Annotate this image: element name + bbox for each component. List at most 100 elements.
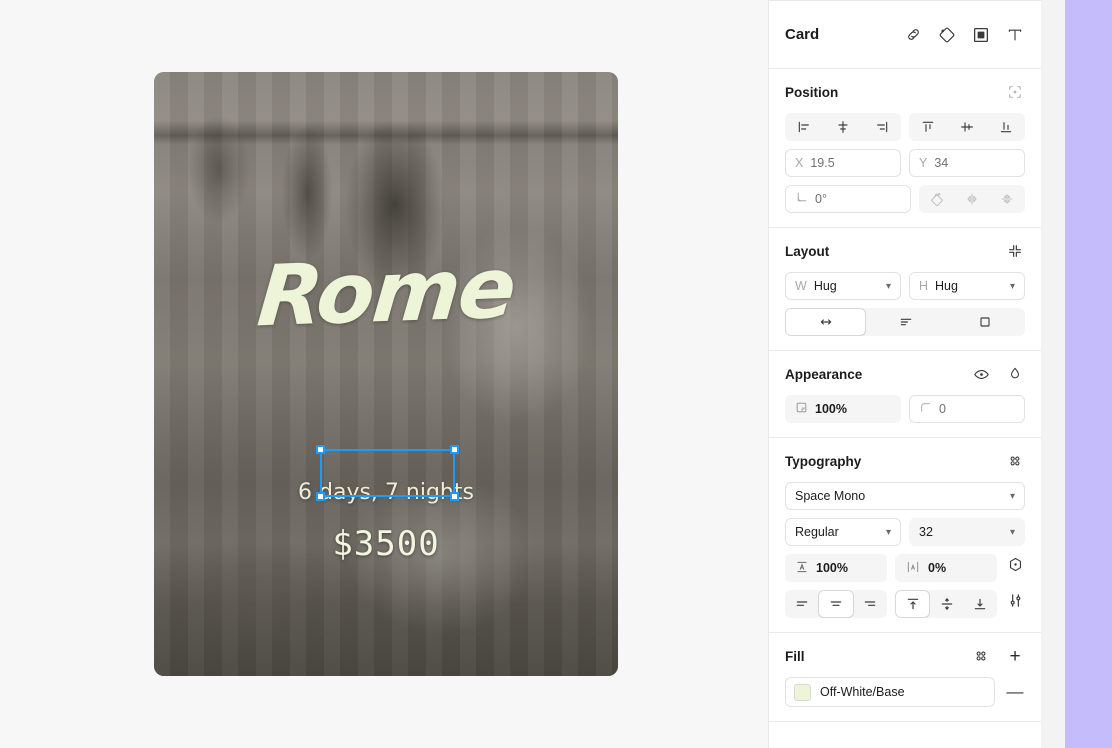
font-spacing-row: 100% 0%: [785, 554, 1025, 582]
horizontal-align-group: [785, 113, 901, 141]
text-align-left-icon[interactable]: [785, 590, 818, 618]
text-align-center-icon[interactable]: [818, 590, 854, 618]
fill-color-swatch[interactable]: [794, 683, 811, 701]
align-top-icon[interactable]: [909, 113, 948, 141]
align-bottom-icon[interactable]: [986, 113, 1025, 141]
flip-horizontal-icon[interactable]: [954, 185, 989, 213]
align-horizontal-center-icon[interactable]: [824, 113, 863, 141]
rotate-icon[interactable]: [919, 185, 954, 213]
appearance-title: Appearance: [785, 366, 863, 382]
text-icon[interactable]: [1005, 25, 1025, 45]
opacity-input[interactable]: 100%: [785, 395, 901, 423]
node-action-icons: [903, 25, 1025, 45]
design-canvas[interactable]: Rome 6 days, 7 nights $3500: [0, 0, 768, 748]
eye-icon[interactable]: [971, 364, 991, 384]
angle-icon: [795, 191, 808, 207]
fill-section: Fill + Off-White/Base —: [769, 633, 1041, 722]
appearance-icons: [971, 364, 1025, 384]
width-select[interactable]: W Hug ▾: [785, 272, 901, 300]
rotation-input[interactable]: 0°: [785, 185, 911, 213]
width-label: W: [795, 279, 807, 293]
text-align-bottom-icon[interactable]: [964, 590, 997, 618]
align-vertical-center-icon[interactable]: [948, 113, 987, 141]
card-price-text[interactable]: $3500: [154, 524, 618, 564]
x-label: X: [795, 156, 804, 170]
node-title: Card: [785, 26, 820, 43]
x-value: 19.5: [810, 156, 835, 170]
position-xy-row: X 19.5 Y 34: [785, 149, 1025, 177]
clip-content-icon[interactable]: [946, 308, 1025, 336]
fill-title: Fill: [785, 648, 805, 664]
text-align-right-icon[interactable]: [854, 590, 887, 618]
properties-panel: Card Position X 19.5 Y 34 0° Layout W Hu…: [768, 0, 1041, 748]
rotation-value: 0°: [815, 192, 827, 206]
component-icon[interactable]: [937, 25, 957, 45]
line-height-value: 100%: [816, 561, 848, 575]
align-left-icon[interactable]: [785, 113, 824, 141]
appearance-header: Appearance: [785, 363, 1025, 385]
letter-spacing-input[interactable]: 0%: [895, 554, 997, 582]
align-right-icon[interactable]: [862, 113, 901, 141]
frame-icon[interactable]: [971, 25, 991, 45]
flip-vertical-icon[interactable]: [990, 185, 1025, 213]
blend-mode-icon[interactable]: [1005, 364, 1025, 384]
card-subtitle-text[interactable]: 6 days, 7 nights: [154, 480, 618, 505]
panel-gap: [1041, 0, 1065, 748]
font-variable-icon[interactable]: [1005, 554, 1025, 574]
fill-header: Fill +: [785, 645, 1025, 667]
font-family-select[interactable]: Space Mono ▾: [785, 482, 1025, 510]
card-artboard[interactable]: Rome 6 days, 7 nights $3500: [154, 72, 618, 676]
text-styles-icon[interactable]: [1005, 451, 1025, 471]
rotation-row: 0°: [785, 185, 1025, 213]
resize-horizontal-icon[interactable]: [785, 308, 867, 336]
text-wrap-icon[interactable]: [866, 308, 945, 336]
font-size-select[interactable]: 32 ▾: [909, 518, 1025, 546]
font-weight-select[interactable]: Regular ▾: [785, 518, 901, 546]
typography-header: Typography: [785, 450, 1025, 472]
card-photo-tint: [154, 72, 618, 676]
add-fill-button[interactable]: +: [1005, 646, 1025, 666]
position-section: Position X 19.5 Y 34 0°: [769, 69, 1041, 228]
layout-size-row: W Hug ▾ H Hug ▾: [785, 272, 1025, 300]
link-icon[interactable]: [903, 25, 923, 45]
fill-styles-icon[interactable]: [971, 646, 991, 666]
height-select[interactable]: H Hug ▾: [909, 272, 1025, 300]
text-align-top-icon[interactable]: [895, 590, 931, 618]
text-align-horizontal-group: [785, 590, 887, 618]
font-family-row: Space Mono ▾: [785, 482, 1025, 510]
chevron-down-icon: ▾: [885, 526, 891, 538]
text-align-middle-icon[interactable]: [930, 590, 963, 618]
letter-spacing-value: 0%: [928, 561, 947, 575]
line-height-input[interactable]: 100%: [785, 554, 887, 582]
absolute-position-icon[interactable]: [1005, 82, 1025, 102]
type-settings-icon[interactable]: [1005, 590, 1025, 610]
transform-group: [919, 185, 1025, 213]
vertical-align-group: [909, 113, 1025, 141]
card-title-text[interactable]: Rome: [154, 239, 618, 346]
appearance-row: 100% 0: [785, 395, 1025, 423]
corner-radius-value: 0: [939, 402, 946, 416]
chevron-down-icon: ▾: [1009, 526, 1015, 538]
font-style-row: Regular ▾ 32 ▾: [785, 518, 1025, 546]
remove-fill-button[interactable]: —: [1005, 682, 1025, 702]
opacity-icon: [795, 401, 808, 417]
corner-radius-input[interactable]: 0: [909, 395, 1025, 423]
width-value: Hug: [813, 279, 837, 293]
typography-section: Typography Space Mono ▾ Regular ▾ 32 ▾ 1…: [769, 438, 1041, 633]
height-value: Hug: [935, 279, 958, 293]
collapse-icon[interactable]: [1005, 241, 1025, 261]
right-accent-strip: [1065, 0, 1112, 748]
position-title: Position: [785, 84, 839, 100]
fill-color-field[interactable]: Off-White/Base: [785, 677, 995, 707]
layout-header: Layout: [785, 240, 1025, 262]
typography-title: Typography: [785, 453, 862, 469]
opacity-value: 100%: [815, 402, 847, 416]
x-position-input[interactable]: X 19.5: [785, 149, 901, 177]
chevron-down-icon: ▾: [1009, 490, 1015, 502]
y-position-input[interactable]: Y 34: [909, 149, 1025, 177]
letter-spacing-icon: [905, 560, 921, 577]
fill-item-row: Off-White/Base —: [785, 677, 1025, 707]
layout-mode-row: [785, 308, 1025, 336]
chevron-down-icon: ▾: [1009, 280, 1015, 292]
line-height-icon: [795, 560, 809, 577]
